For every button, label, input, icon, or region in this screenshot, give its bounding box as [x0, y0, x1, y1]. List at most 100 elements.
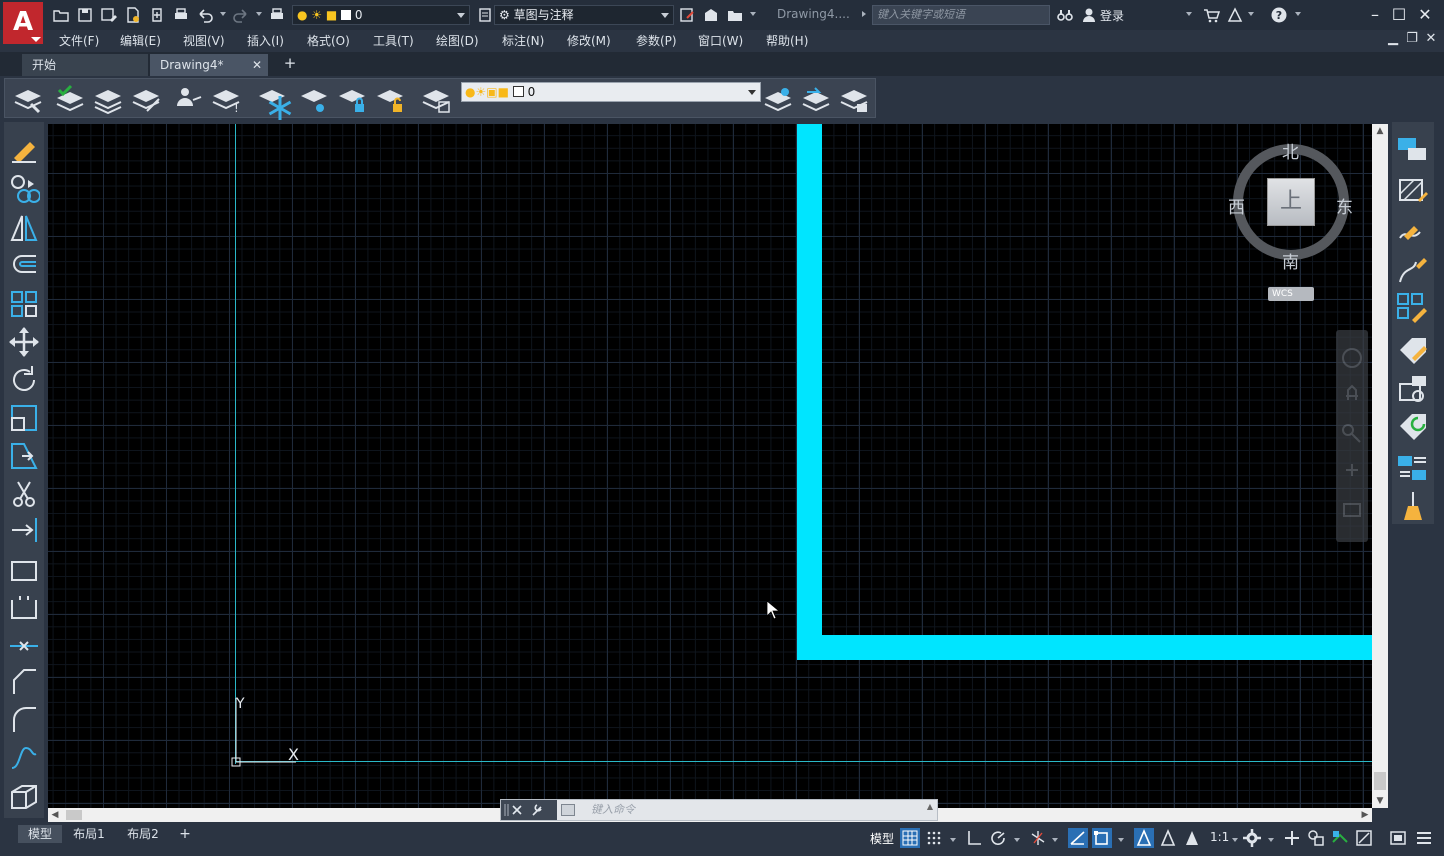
menu-parametric[interactable]: 参数(P) — [636, 32, 677, 49]
tab-layout2[interactable]: 布局2 — [122, 825, 164, 843]
cyan-wall-horizontal[interactable] — [797, 635, 1372, 660]
menu-view[interactable]: 视图(V) — [183, 32, 225, 49]
binoculars-icon[interactable] — [1056, 6, 1074, 24]
properties-icon[interactable] — [678, 6, 696, 24]
object-snap-icon[interactable] — [1092, 828, 1112, 848]
redo-icon[interactable] — [232, 6, 250, 24]
join-icon[interactable] — [8, 630, 40, 662]
open-file-icon[interactable] — [52, 6, 70, 24]
viewcube-north[interactable]: 北 — [1282, 138, 1299, 163]
cart-icon[interactable] — [1202, 6, 1221, 24]
isodraft-dropdown-icon[interactable] — [1052, 838, 1058, 842]
rotate-icon[interactable] — [8, 364, 40, 396]
blend-curves-icon[interactable] — [8, 742, 40, 774]
doc-close-icon[interactable]: ✕ — [1422, 30, 1440, 48]
layer-freeze-icon[interactable] — [297, 84, 331, 114]
login-dropdown-icon[interactable] — [1186, 12, 1192, 16]
annotation-scale-value[interactable]: 1:1 — [1210, 830, 1229, 844]
scale-dropdown-icon[interactable] — [1232, 838, 1238, 842]
hatch-edit-icon[interactable] — [1396, 174, 1430, 206]
fullscreen-icon[interactable] — [1388, 828, 1408, 848]
open-folder-icon[interactable] — [726, 6, 744, 24]
layer-properties-icon[interactable] — [11, 84, 45, 114]
undo-dropdown-icon[interactable] — [220, 12, 226, 16]
menu-file[interactable]: 文件(F) — [59, 32, 99, 49]
workspace-dropdown-icon[interactable] — [1268, 838, 1274, 842]
layer-previous-icon[interactable] — [91, 84, 125, 115]
scroll-right-icon[interactable]: ▶ — [1358, 808, 1372, 822]
object-snap-dropdown-icon[interactable] — [1118, 838, 1124, 842]
annotation-scale-icon[interactable] — [1182, 828, 1202, 848]
help-icon[interactable]: ? — [1270, 6, 1288, 24]
erase-icon[interactable] — [8, 134, 40, 166]
trim-icon[interactable] — [8, 478, 40, 510]
spline-edit-icon[interactable] — [1396, 254, 1430, 286]
ortho-icon[interactable] — [964, 828, 984, 848]
offset-icon[interactable] — [8, 250, 40, 282]
layer-unlock-icon[interactable] — [373, 84, 407, 114]
menu-help[interactable]: 帮助(H) — [766, 32, 808, 49]
vertical-scrollbar[interactable]: ▲ ▼ — [1372, 124, 1388, 808]
array-edit-icon[interactable] — [1396, 292, 1430, 324]
add-layout-button[interactable]: + — [174, 825, 196, 843]
close-icon[interactable]: ✕ — [252, 54, 262, 76]
maximize-icon[interactable]: ☐ — [1388, 4, 1410, 26]
expand-arrow-icon[interactable] — [862, 11, 866, 17]
block-editor-icon[interactable] — [1396, 452, 1430, 484]
publish-icon[interactable] — [124, 6, 142, 24]
move-icon[interactable] — [8, 326, 40, 358]
workspace-combo[interactable]: ⚙ 草图与注释 — [494, 5, 674, 25]
workspace-gear-icon[interactable] — [1242, 828, 1262, 848]
scroll-down-icon[interactable]: ▼ — [1372, 794, 1388, 808]
ucs-icon[interactable]: Y X — [230, 692, 310, 772]
command-history-icon[interactable]: ▲ — [927, 802, 933, 811]
layer-make-current-icon[interactable] — [53, 84, 87, 114]
menu-edit[interactable]: 编辑(E) — [120, 32, 161, 49]
clean-screen-toggle-icon[interactable] — [1354, 828, 1374, 848]
doc-restore-icon[interactable]: ❐ — [1403, 30, 1421, 48]
menu-window[interactable]: 窗口(W) — [698, 32, 743, 49]
fillet-icon[interactable] — [8, 704, 40, 736]
viewcube-top-face[interactable]: 上 — [1267, 178, 1315, 226]
undo-icon[interactable] — [196, 6, 214, 24]
plus-icon[interactable] — [1282, 828, 1302, 848]
block-attribute-icon[interactable] — [1396, 374, 1430, 406]
layer-previous-state-icon[interactable] — [799, 84, 833, 114]
hardware-acceleration-icon[interactable] — [1330, 828, 1350, 848]
sync-attributes-icon[interactable] — [1396, 412, 1430, 444]
layer-lock-icon[interactable] — [335, 84, 369, 114]
menu-modify[interactable]: 修改(M) — [567, 32, 611, 49]
cyan-wall-vertical[interactable] — [797, 124, 822, 660]
customize-menu-icon[interactable] — [1414, 828, 1434, 848]
wrench-icon[interactable] — [532, 804, 542, 816]
auto-scale-icon[interactable] — [1158, 828, 1178, 848]
menu-dimension[interactable]: 标注(N) — [502, 32, 544, 49]
a360-icon[interactable] — [1226, 6, 1244, 24]
isolate-objects-icon[interactable] — [1306, 828, 1326, 848]
scale-icon[interactable] — [8, 402, 40, 434]
cleanup-icon[interactable] — [1396, 490, 1430, 522]
object-snap-tracking-icon[interactable] — [1068, 828, 1088, 848]
stretch-icon[interactable] — [8, 440, 40, 472]
snap-dropdown-icon[interactable] — [950, 838, 956, 842]
close-icon[interactable] — [512, 805, 522, 815]
drawing-canvas[interactable]: Y X — [48, 124, 1372, 808]
match-properties-icon[interactable] — [702, 6, 720, 24]
tab-layout1[interactable]: 布局1 — [68, 825, 110, 843]
login-link[interactable]: 登录 — [1100, 7, 1124, 24]
menu-draw[interactable]: 绘图(D) — [436, 32, 479, 49]
help-dropdown-icon[interactable] — [1295, 12, 1301, 16]
menu-insert[interactable]: 插入(I) — [247, 32, 284, 49]
polar-dropdown-icon[interactable] — [1014, 838, 1020, 842]
share-icon[interactable] — [148, 6, 166, 24]
save-as-icon[interactable] — [100, 6, 118, 24]
layer-quick-combo[interactable]: ● ☀ ■ 0 — [292, 5, 470, 25]
extend-icon[interactable] — [8, 514, 40, 546]
chamfer-icon[interactable] — [8, 666, 40, 698]
save-icon[interactable] — [76, 6, 94, 24]
tab-model[interactable]: 模型 — [18, 825, 62, 843]
navigation-bar[interactable] — [1336, 330, 1368, 542]
redo-dropdown-icon[interactable] — [256, 12, 262, 16]
polar-icon[interactable] — [988, 828, 1008, 848]
layer-walk-icon[interactable] — [837, 84, 871, 114]
